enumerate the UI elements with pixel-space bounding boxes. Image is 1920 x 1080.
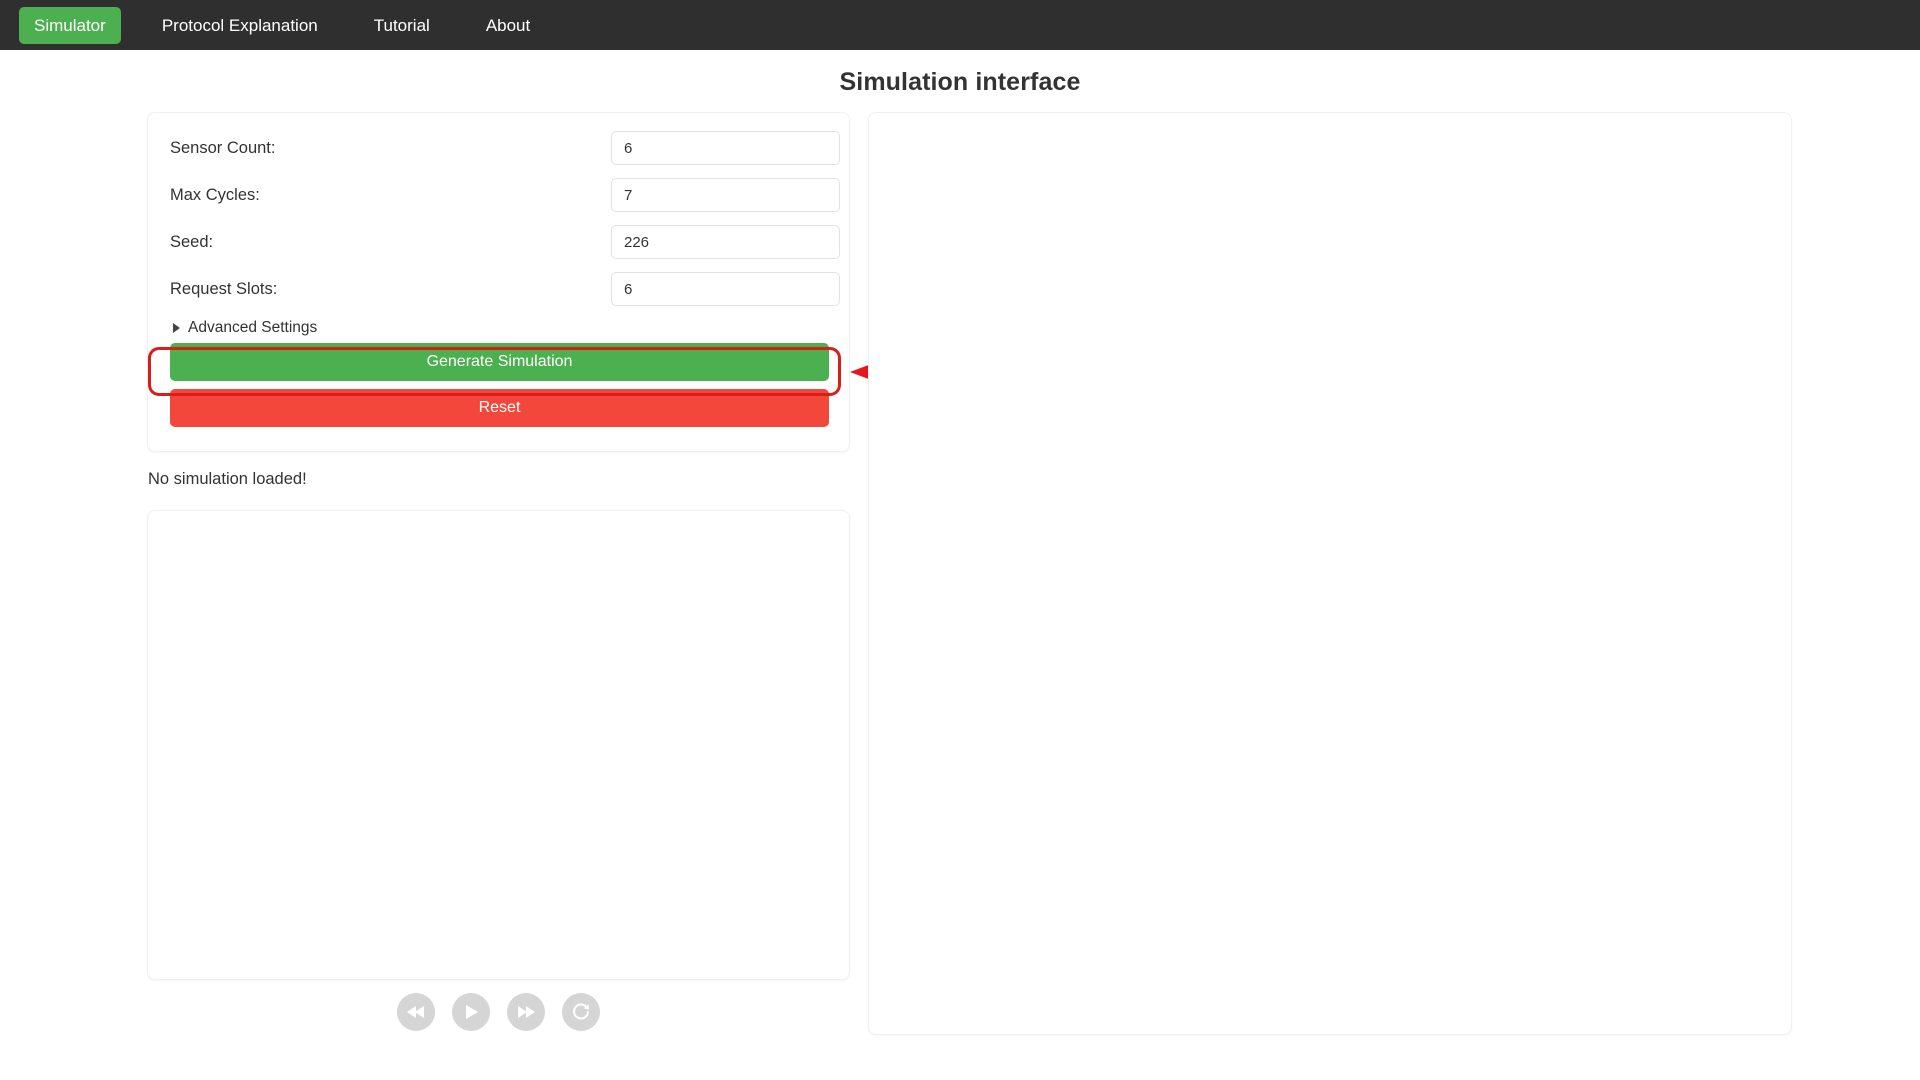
input-request-slots[interactable]: [611, 272, 840, 306]
chevron-right-icon: [173, 323, 180, 333]
fast-forward-icon: [518, 1006, 535, 1018]
input-seed[interactable]: [611, 225, 840, 259]
input-max-cycles[interactable]: [611, 178, 840, 212]
label-request-slots: Request Slots:: [170, 279, 278, 298]
nav-tab-protocol-explanation[interactable]: Protocol Explanation: [147, 7, 333, 44]
form-row-seed: Seed:: [170, 225, 840, 259]
form-row-request-slots: Request Slots:: [170, 272, 840, 306]
advanced-settings-toggle[interactable]: Advanced Settings: [170, 319, 829, 337]
play-icon: [466, 1005, 478, 1019]
reset-button[interactable]: Reset: [170, 389, 829, 427]
generate-simulation-button[interactable]: Generate Simulation: [170, 343, 829, 381]
form-row-sensor-count: Sensor Count:: [170, 131, 840, 165]
simulation-log-panel: [147, 510, 850, 980]
label-sensor-count: Sensor Count:: [170, 138, 276, 157]
fast-forward-button[interactable]: [507, 993, 545, 1031]
nav-tab-simulator[interactable]: Simulator: [19, 6, 121, 44]
restart-button[interactable]: [562, 993, 600, 1031]
main-navbar: Simulator Protocol Explanation Tutorial …: [0, 0, 1920, 50]
simulation-visualization-panel: [868, 112, 1792, 1035]
label-max-cycles: Max Cycles:: [170, 185, 260, 204]
page-title: Simulation interface: [839, 68, 1081, 96]
form-row-max-cycles: Max Cycles:: [170, 178, 840, 212]
label-seed: Seed:: [170, 232, 214, 251]
play-button[interactable]: [452, 993, 490, 1031]
rewind-icon: [407, 1006, 424, 1018]
nav-tab-about[interactable]: About: [471, 7, 545, 44]
rewind-button[interactable]: [397, 993, 435, 1031]
simulation-controls-panel: Sensor Count: Max Cycles: Seed: Request …: [147, 112, 850, 452]
nav-tab-tutorial[interactable]: Tutorial: [359, 7, 445, 44]
restart-icon: [573, 1003, 589, 1020]
playback-controls: [147, 993, 850, 1031]
simulation-status-text: No simulation loaded!: [148, 470, 307, 488]
advanced-settings-label: Advanced Settings: [188, 319, 318, 336]
simulation-parameters-form: Sensor Count: Max Cycles: Seed: Request …: [170, 131, 840, 427]
input-sensor-count[interactable]: [611, 131, 840, 165]
